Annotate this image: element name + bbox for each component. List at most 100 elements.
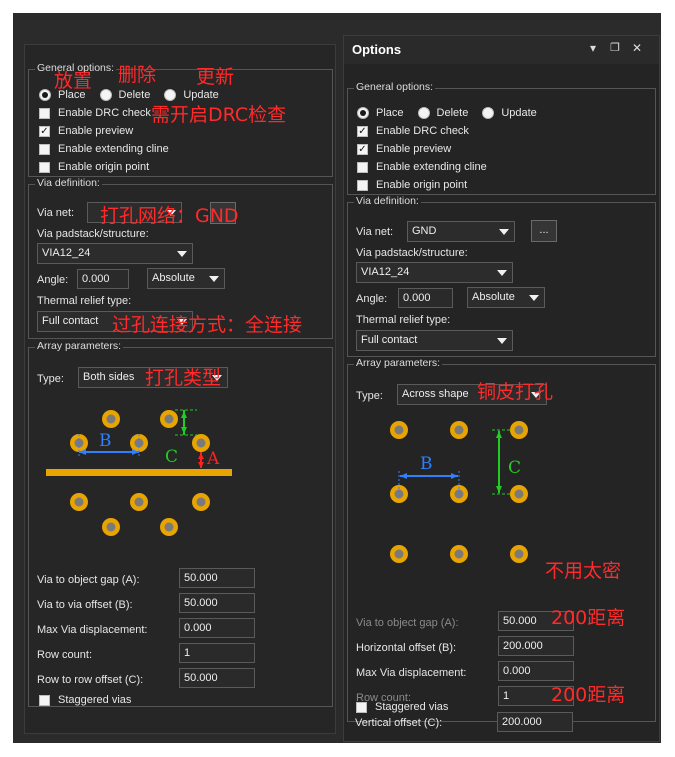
via-net-label: Via net: [356, 226, 394, 238]
angle-mode-combo[interactable]: Absolute [467, 287, 545, 308]
angle-mode-value: Absolute [152, 272, 195, 284]
dimension-c-label: C [508, 458, 521, 478]
drc-label: Enable DRC check [376, 125, 469, 137]
dimension-c-label: C [165, 447, 178, 467]
annotation-type-left: 打孔类型 [145, 367, 222, 389]
thermal-label: Thermal relief type: [356, 314, 451, 326]
type-value: Both sides [83, 371, 135, 383]
via-definition-label: Via definition: [35, 177, 102, 189]
annotation-update: 更新 [196, 66, 235, 88]
padstack-combo[interactable]: VIA12_24 [37, 243, 193, 264]
place-radio[interactable] [357, 107, 369, 119]
annotation-place: 放置 [54, 70, 93, 92]
via-net-browse-button[interactable]: ... [531, 220, 557, 242]
copper-trace [46, 469, 232, 476]
horizontal-offset-label: Horizontal offset (B): [356, 642, 457, 654]
delete-label: Delete [118, 89, 151, 101]
type-value: Across shape [402, 388, 469, 400]
padstack-label: Via padstack/structure: [356, 247, 468, 259]
angle-mode-value: Absolute [472, 291, 515, 303]
displacement-label: Max Via displacement: [37, 624, 148, 636]
dimension-b [398, 471, 460, 499]
delete-radio[interactable] [417, 107, 430, 119]
chevron-down-icon[interactable]: ▾ [586, 41, 600, 55]
padstack-combo[interactable]: VIA12_24 [356, 262, 513, 283]
displacement-input[interactable]: 0.000 [498, 661, 574, 681]
displacement-input[interactable]: 0.000 [179, 618, 255, 638]
drc-checkbox[interactable] [39, 107, 50, 119]
row-offset-label: Row to row offset (C): [37, 674, 144, 686]
preview-checkbox[interactable]: ✓ [357, 143, 368, 155]
update-radio[interactable] [482, 107, 495, 119]
annotation-h-offset: 200距离 [551, 607, 626, 629]
dimension-b-label: B [420, 454, 433, 474]
array-parameters-group: Array parameters: Type: Across shape B C… [347, 357, 656, 722]
general-options-group: General options: Place Delete Update ✓ En… [347, 81, 656, 195]
angle-input[interactable]: 0.000 [398, 288, 453, 308]
padstack-value: VIA12_24 [42, 247, 91, 259]
extending-label: Enable extending cline [58, 143, 169, 155]
padstack-value: VIA12_24 [361, 266, 410, 278]
annotation-type-right: 铜皮打孔 [477, 381, 554, 403]
general-options-label: General options: [354, 81, 436, 93]
annotation-via-net: 打孔网络：GND [100, 205, 239, 227]
thermal-value: Full contact [42, 315, 99, 327]
staggered-checkbox-right[interactable] [356, 701, 367, 713]
annotation-v-offset: 200距离 [551, 684, 626, 706]
both-sides-diagram: B C A [46, 409, 232, 536]
preview-label: Enable preview [376, 143, 452, 155]
displacement-label: Max Via displacement: [356, 667, 467, 679]
extending-checkbox[interactable] [357, 161, 368, 173]
place-radio[interactable] [39, 89, 51, 101]
row-count-label: Row count: [37, 649, 93, 661]
gap-label: Via to object gap (A): [356, 617, 459, 629]
place-label: Place [376, 107, 404, 119]
restore-icon[interactable]: ❐ [608, 41, 622, 55]
angle-input[interactable]: 0.000 [77, 269, 129, 289]
delete-radio[interactable] [99, 89, 112, 101]
annotation-delete: 删除 [118, 64, 157, 86]
via-offset-input[interactable]: 50.000 [179, 593, 255, 613]
dimension-a [198, 452, 204, 468]
array-parameters-group: Array parameters: Type: Both sides B C A… [28, 340, 333, 707]
drc-label: Enable DRC check [58, 107, 151, 119]
padstack-label: Via padstack/structure: [37, 228, 149, 240]
thermal-label: Thermal relief type: [37, 295, 132, 307]
preview-label: Enable preview [58, 125, 134, 137]
angle-mode-combo[interactable]: Absolute [147, 268, 225, 289]
horizontal-offset-input[interactable]: 200.000 [498, 636, 574, 656]
type-label: Type: [37, 373, 64, 385]
via-net-combo[interactable]: GND [407, 221, 515, 242]
via-offset-label: Via to via offset (B): [37, 599, 133, 611]
staggered-label-right: Staggered vias [375, 701, 449, 713]
annotation-thermal: 过孔连接方式：全连接 [112, 314, 303, 336]
via-net-label: Via net: [37, 207, 75, 219]
thermal-combo[interactable]: Full contact [356, 330, 513, 351]
across-shape-diagram: B C [390, 421, 528, 563]
thermal-value: Full contact [361, 334, 418, 346]
close-icon[interactable]: ✕ [630, 41, 644, 55]
drc-checkbox[interactable]: ✓ [357, 125, 368, 137]
vertical-offset-label: Vertical offset (C): [355, 717, 443, 729]
gap-input[interactable]: 50.000 [179, 568, 255, 588]
panel-title: Options [352, 42, 402, 57]
origin-checkbox[interactable] [357, 179, 368, 191]
vertical-offset-input[interactable]: 200.000 [497, 712, 573, 732]
angle-label: Angle: [37, 274, 69, 286]
type-label: Type: [356, 390, 383, 402]
preview-checkbox[interactable]: ✓ [39, 125, 50, 137]
origin-label: Enable origin point [376, 179, 468, 191]
staggered-checkbox[interactable] [39, 694, 50, 706]
dimension-a-label: A [206, 449, 220, 469]
row-count-input[interactable]: 1 [179, 643, 255, 663]
origin-label: Enable origin point [58, 161, 150, 173]
staggered-label: Staggered vias [58, 694, 132, 706]
title-bar: Options ▾ ❐ ✕ [344, 36, 659, 64]
extending-checkbox[interactable] [39, 143, 50, 155]
row-offset-input[interactable]: 50.000 [179, 668, 255, 688]
annotation-gap: 不用太密 [545, 560, 622, 582]
origin-checkbox[interactable] [39, 161, 50, 173]
via-pads-top [70, 410, 210, 452]
via-pads-bottom [70, 493, 210, 536]
via-definition-group: Via definition: Via net: GND ... Via pad… [347, 195, 656, 357]
